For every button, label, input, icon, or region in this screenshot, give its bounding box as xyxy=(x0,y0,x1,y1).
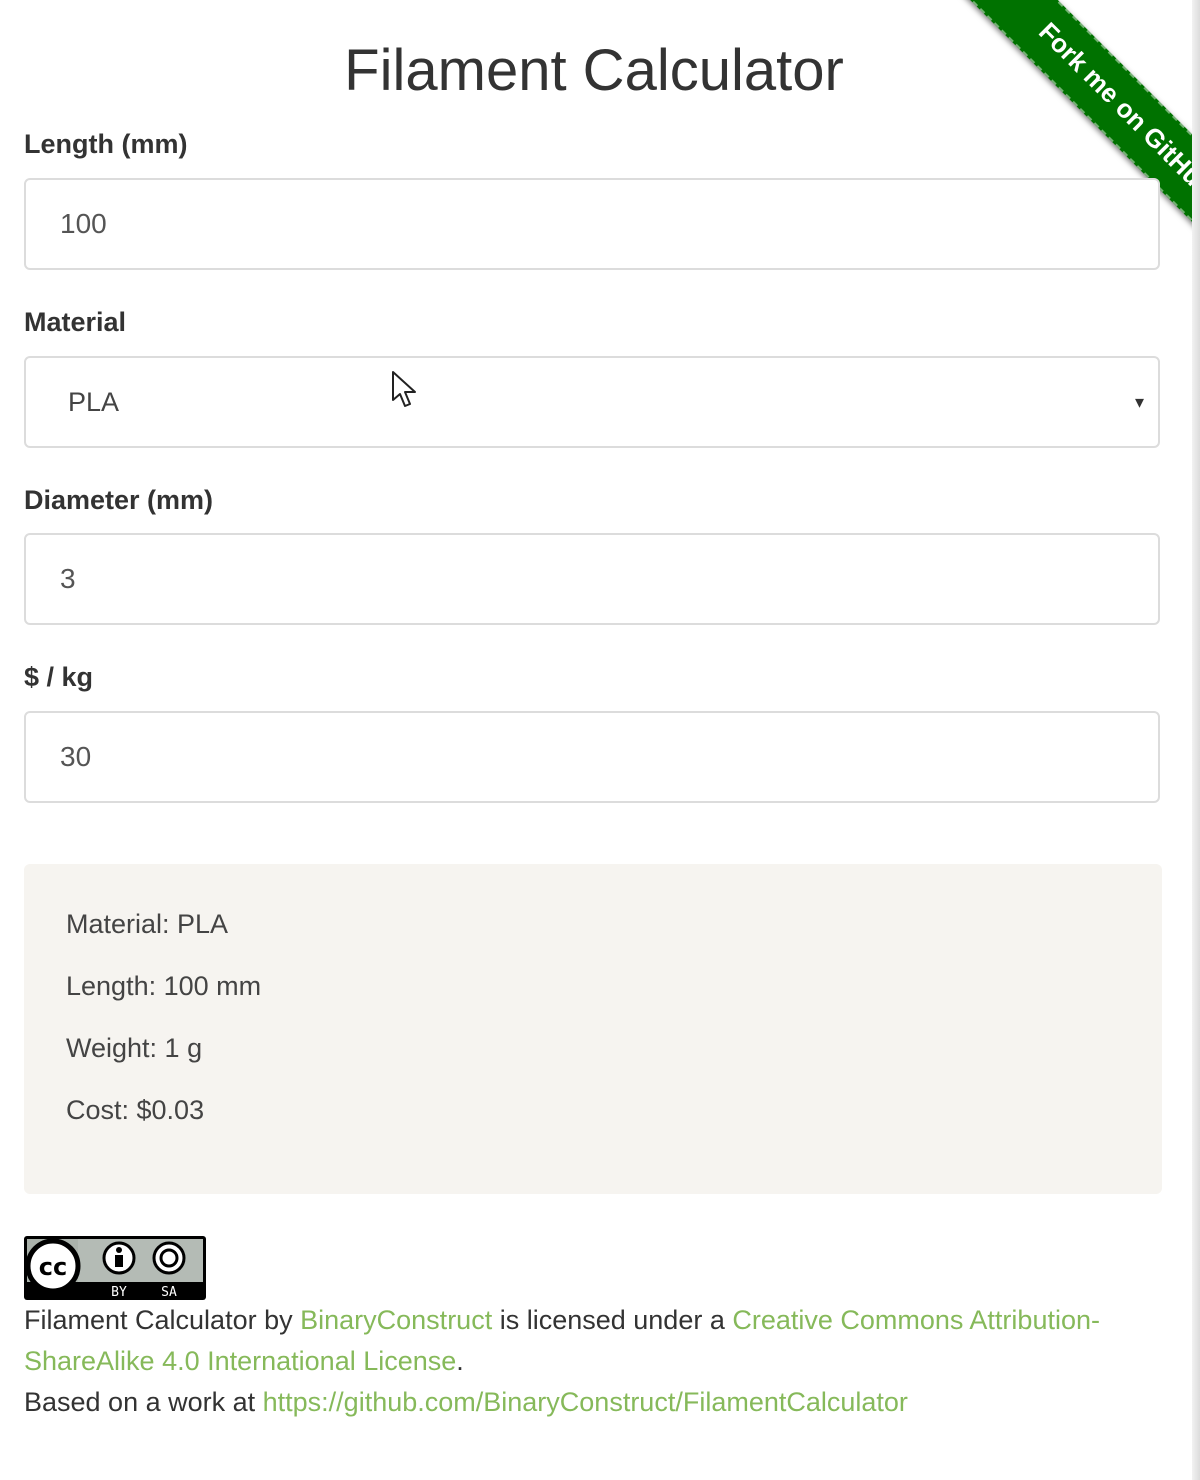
license-text: Filament Calculator by BinaryConstruct i… xyxy=(24,1300,1174,1423)
result-weight: Weight: 1 g xyxy=(66,1033,203,1063)
work-title: Filament Calculator xyxy=(24,1305,257,1335)
diameter-label: Diameter (mm) xyxy=(24,485,214,515)
length-label: Length (mm) xyxy=(24,129,188,159)
price-per-kg-input[interactable] xyxy=(26,713,1158,801)
results-panel: Material: PLA Length: 100 mm Weight: 1 g… xyxy=(24,864,1162,1194)
length-field-box xyxy=(24,178,1160,270)
badge-sa-text: SA xyxy=(161,1285,177,1300)
based-on-text: Based on a work at xyxy=(24,1387,263,1417)
author-link[interactable]: BinaryConstruct xyxy=(300,1305,492,1335)
result-cost: Cost: $0.03 xyxy=(66,1095,205,1125)
source-link[interactable]: https://github.com/BinaryConstruct/Filam… xyxy=(263,1387,908,1417)
material-label: Material xyxy=(24,307,127,337)
price-per-kg-label: $ / kg xyxy=(24,662,94,692)
price-field-box xyxy=(24,711,1160,803)
result-material: Material: PLA xyxy=(66,909,229,939)
page: Filament Calculator Fork me on GitHub Le… xyxy=(0,0,1200,1480)
by-text: by xyxy=(256,1305,301,1335)
period-text: . xyxy=(456,1346,464,1376)
mouse-cursor-icon xyxy=(392,371,416,407)
badge-by-text: BY xyxy=(111,1285,127,1300)
chevron-down-icon: ▾ xyxy=(1134,392,1144,412)
svg-text:cc: cc xyxy=(39,1253,67,1281)
cc-by-sa-badge-icon[interactable]: cc BY SA xyxy=(24,1236,206,1300)
result-length: Length: 100 mm xyxy=(66,971,262,1001)
length-input[interactable] xyxy=(26,180,1158,268)
diameter-input[interactable] xyxy=(26,535,1158,623)
material-select[interactable]: PLA ▾ xyxy=(24,356,1160,448)
diameter-field-box xyxy=(24,533,1160,625)
window-edge xyxy=(1192,0,1200,1480)
material-select-value: PLA xyxy=(68,387,120,417)
licensed-under-text: is licensed under a xyxy=(492,1305,733,1335)
